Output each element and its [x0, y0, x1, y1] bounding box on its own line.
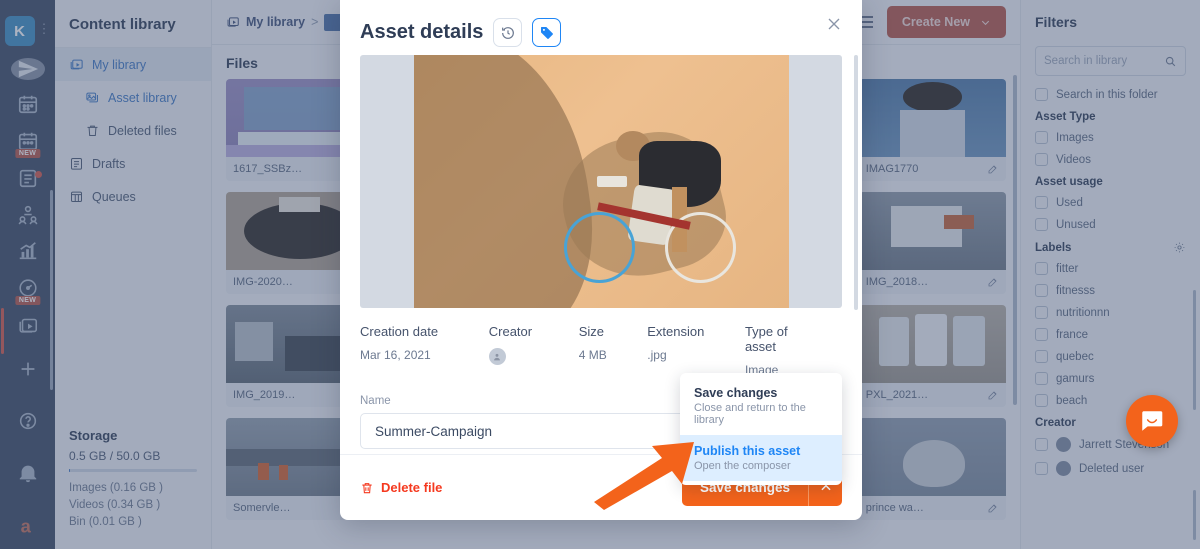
- close-icon[interactable]: [824, 14, 844, 34]
- dropdown-item-save-changes[interactable]: Save changes Close and return to the lib…: [680, 377, 842, 435]
- chat-icon: [1142, 411, 1163, 431]
- dropdown-item-publish-this-asset[interactable]: Publish this asset Open the composer: [680, 435, 842, 481]
- trash-icon: [362, 482, 372, 493]
- creator-avatar: [488, 348, 506, 365]
- delete-file-label: Delete file: [381, 480, 443, 495]
- save-options-dropdown: Save changes Close and return to the lib…: [680, 373, 842, 485]
- meta-type-of-asset: Type of asset Image: [745, 324, 820, 377]
- asset-image: [413, 55, 789, 308]
- meta-header: Size: [578, 324, 604, 339]
- modal-header: Asset details: [340, 0, 862, 55]
- delete-file-button[interactable]: Delete file: [360, 480, 442, 495]
- chat-support-button[interactable]: [1126, 395, 1178, 447]
- meta-header: Creation date: [360, 324, 439, 339]
- meta-header: Extension: [647, 324, 705, 339]
- asset-metadata: Creation date Mar 16, 2021 Creator Size …: [360, 324, 842, 377]
- dropdown-item-title: Save changes: [694, 386, 778, 400]
- tag-icon[interactable]: [532, 18, 562, 47]
- meta-size: Size 4 MB: [579, 324, 626, 377]
- asset-preview: [360, 55, 842, 308]
- meta-value: .jpg: [647, 348, 667, 362]
- dropdown-item-subtitle: Open the composer: [694, 460, 791, 472]
- annotation-arrow-icon: [594, 442, 694, 510]
- meta-header: Type of asset: [744, 324, 788, 354]
- dropdown-item-subtitle: Close and return to the library: [694, 402, 806, 426]
- dropdown-item-title: Publish this asset: [694, 444, 801, 458]
- meta-header: Creator: [488, 324, 533, 339]
- page-title: Asset details: [360, 21, 484, 43]
- meta-value: Mar 16, 2021: [360, 348, 431, 362]
- meta-extension: Extension .jpg: [647, 324, 723, 377]
- modal-scrollbar[interactable]: [854, 55, 858, 310]
- meta-value: 4 MB: [578, 348, 607, 362]
- meta-creation-date: Creation date Mar 16, 2021: [360, 324, 467, 377]
- meta-creator: Creator: [488, 324, 557, 377]
- history-icon[interactable]: [493, 18, 523, 47]
- app-root: K ⋮ NEW NEW a Content library My library…: [0, 0, 1200, 549]
